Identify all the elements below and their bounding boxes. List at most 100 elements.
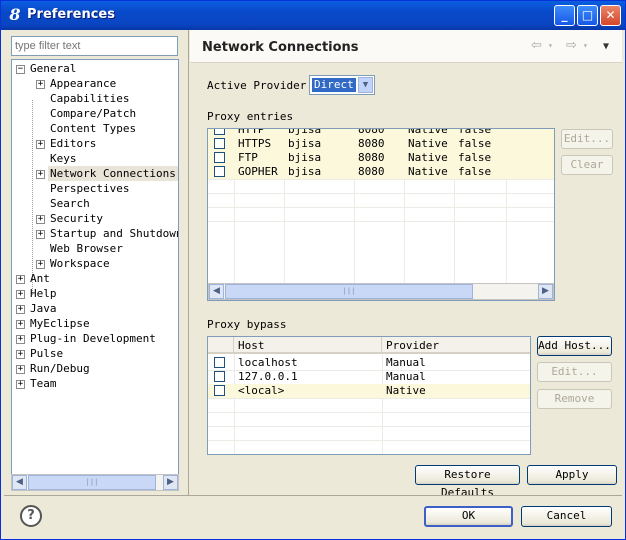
forward-dropdown-icon[interactable]: ▾ bbox=[583, 41, 588, 50]
expand-icon[interactable]: + bbox=[36, 229, 45, 239]
tree-item[interactable]: + Team bbox=[16, 376, 59, 391]
tree-item-label: Team bbox=[30, 377, 57, 390]
restore-defaults-button[interactable]: Restore Defaults bbox=[415, 465, 520, 499]
page-header: Network Connections ⇦ ▾ ⇨ ▾ ▼ bbox=[190, 30, 622, 63]
expand-icon[interactable]: + bbox=[36, 139, 45, 149]
tree-item[interactable]: + Appearance bbox=[36, 76, 118, 91]
tree-item[interactable]: + Plug-in Development bbox=[16, 331, 158, 346]
back-dropdown-icon[interactable]: ▾ bbox=[548, 41, 553, 50]
tree-item[interactable]: + Editors bbox=[36, 136, 98, 151]
tree-item[interactable]: + Network Connections bbox=[36, 166, 178, 181]
tree-item[interactable]: + Ant bbox=[16, 271, 52, 286]
table-row[interactable]: <local> Native bbox=[208, 384, 530, 398]
entry-checkbox[interactable] bbox=[214, 166, 225, 177]
table-row[interactable]: 127.0.0.1 Manual bbox=[208, 370, 530, 384]
row-gridline bbox=[208, 426, 530, 427]
tree-item[interactable]: Content Types bbox=[36, 121, 138, 136]
expand-icon[interactable]: + bbox=[36, 214, 45, 224]
entry-checkbox[interactable] bbox=[214, 129, 225, 135]
expand-icon[interactable]: + bbox=[16, 289, 25, 299]
tree-item[interactable]: + MyEclipse bbox=[16, 316, 92, 331]
scroll-thumb[interactable]: ||| bbox=[28, 475, 156, 490]
row-gridline bbox=[208, 193, 554, 194]
tree-item-label: Startup and Shutdown bbox=[50, 227, 179, 240]
table-row[interactable]: HTTPS bjisa 8080 Native false bbox=[208, 137, 554, 151]
filter-input[interactable] bbox=[11, 36, 178, 56]
back-arrow-icon[interactable]: ⇦ bbox=[531, 38, 542, 53]
column-header[interactable]: Provider bbox=[382, 337, 530, 354]
clear-entry-button[interactable]: Clear bbox=[561, 155, 613, 175]
close-button[interactable]: ✕ bbox=[600, 5, 621, 26]
table-row[interactable]: FTP bjisa 8080 Native false bbox=[208, 151, 554, 165]
entries-horizontal-scrollbar[interactable]: ◀ ||| ▶ bbox=[208, 283, 554, 300]
tree-item[interactable]: Compare/Patch bbox=[36, 106, 138, 121]
scroll-right-icon[interactable]: ▶ bbox=[538, 284, 553, 299]
expand-icon[interactable]: + bbox=[16, 349, 25, 359]
tree-item[interactable]: + Workspace bbox=[36, 256, 112, 271]
table-row[interactable]: GOPHER bjisa 8080 Native false bbox=[208, 165, 554, 179]
column-header[interactable] bbox=[208, 337, 234, 354]
expand-icon[interactable]: + bbox=[36, 169, 45, 179]
cell-port: 8080 bbox=[358, 137, 385, 150]
tree-item[interactable]: + Help bbox=[16, 286, 59, 301]
maximize-button[interactable]: □ bbox=[577, 5, 598, 26]
pane-divider[interactable] bbox=[188, 30, 189, 495]
collapse-icon[interactable]: − bbox=[16, 64, 25, 74]
expand-icon[interactable]: + bbox=[16, 364, 25, 374]
tree-item[interactable]: Web Browser bbox=[36, 241, 125, 256]
apply-button[interactable]: Apply bbox=[527, 465, 617, 485]
tree-item-label: Editors bbox=[50, 137, 97, 150]
bypass-checkbox[interactable] bbox=[214, 371, 225, 382]
tree-item[interactable]: Keys bbox=[36, 151, 79, 166]
table-row[interactable]: localhost Manual bbox=[208, 356, 530, 370]
entry-checkbox[interactable] bbox=[214, 138, 225, 149]
tree-item[interactable]: Capabilities bbox=[36, 91, 131, 106]
forward-arrow-icon[interactable]: ⇨ bbox=[566, 38, 577, 53]
minimize-icon: _ bbox=[561, 8, 568, 22]
tree-horizontal-scrollbar[interactable]: ◀ ||| ▶ bbox=[11, 474, 179, 491]
active-provider-select[interactable]: Direct ▼ bbox=[309, 75, 375, 95]
preferences-window: 8 Preferences _ □ ✕ −General + Appearance C… bbox=[0, 0, 626, 540]
row-gridline bbox=[208, 207, 554, 208]
expand-icon[interactable]: + bbox=[16, 304, 25, 314]
tree-item[interactable]: + Startup and Shutdown bbox=[36, 226, 179, 241]
expand-icon[interactable]: + bbox=[16, 319, 25, 329]
scroll-left-icon[interactable]: ◀ bbox=[209, 284, 224, 299]
minimize-button[interactable]: _ bbox=[554, 5, 575, 26]
tree-item[interactable]: + Run/Debug bbox=[16, 361, 92, 376]
edit-host-button[interactable]: Edit... bbox=[537, 362, 612, 382]
bypass-checkbox[interactable] bbox=[214, 357, 225, 368]
tree-item[interactable]: + Java bbox=[16, 301, 59, 316]
expand-icon[interactable]: + bbox=[16, 334, 25, 344]
remove-host-button[interactable]: Remove bbox=[537, 389, 612, 409]
column-header[interactable]: Host bbox=[234, 337, 382, 354]
tree-item[interactable]: Perspectives bbox=[36, 181, 131, 196]
chevron-down-icon[interactable]: ▼ bbox=[358, 77, 373, 93]
tree-item[interactable]: + Security bbox=[36, 211, 105, 226]
tree-item[interactable]: − General bbox=[16, 61, 78, 76]
scroll-thumb[interactable]: ||| bbox=[225, 284, 473, 299]
scroll-left-icon[interactable]: ◀ bbox=[12, 475, 27, 490]
edit-entry-button[interactable]: Edit... bbox=[561, 129, 613, 149]
expand-icon bbox=[36, 110, 45, 119]
tree-item[interactable]: + Pulse bbox=[16, 346, 65, 361]
add-host-button[interactable]: Add Host... bbox=[537, 336, 612, 356]
tree-item-label: General bbox=[30, 62, 77, 75]
tree-item[interactable]: Search bbox=[36, 196, 92, 211]
proxy-entries-table[interactable]: Sc...HostPortPr...AuthUserHTTPbjisa8080M… bbox=[207, 128, 555, 301]
expand-icon[interactable]: + bbox=[36, 259, 45, 269]
expand-icon[interactable]: + bbox=[36, 79, 45, 89]
preference-tree[interactable]: − General + Appearance Capabilities Compare/P… bbox=[11, 59, 179, 491]
cancel-button[interactable]: Cancel bbox=[521, 506, 612, 527]
expand-icon[interactable]: + bbox=[16, 379, 25, 389]
expand-icon[interactable]: + bbox=[16, 274, 25, 284]
bypass-checkbox[interactable] bbox=[214, 385, 225, 396]
view-menu-icon[interactable]: ▼ bbox=[603, 41, 609, 52]
title-bar[interactable]: 8 Preferences _ □ ✕ bbox=[1, 1, 625, 30]
scroll-right-icon[interactable]: ▶ bbox=[163, 475, 178, 490]
ok-button[interactable]: OK bbox=[424, 506, 513, 527]
table-row[interactable]: HTTP bjisa 8080 Native false bbox=[208, 129, 554, 137]
help-icon[interactable]: ? bbox=[20, 505, 42, 527]
entry-checkbox[interactable] bbox=[214, 152, 225, 163]
proxy-bypass-table[interactable]: Host Provider localhost Manual 127.0.0.1 Manu… bbox=[207, 336, 531, 455]
